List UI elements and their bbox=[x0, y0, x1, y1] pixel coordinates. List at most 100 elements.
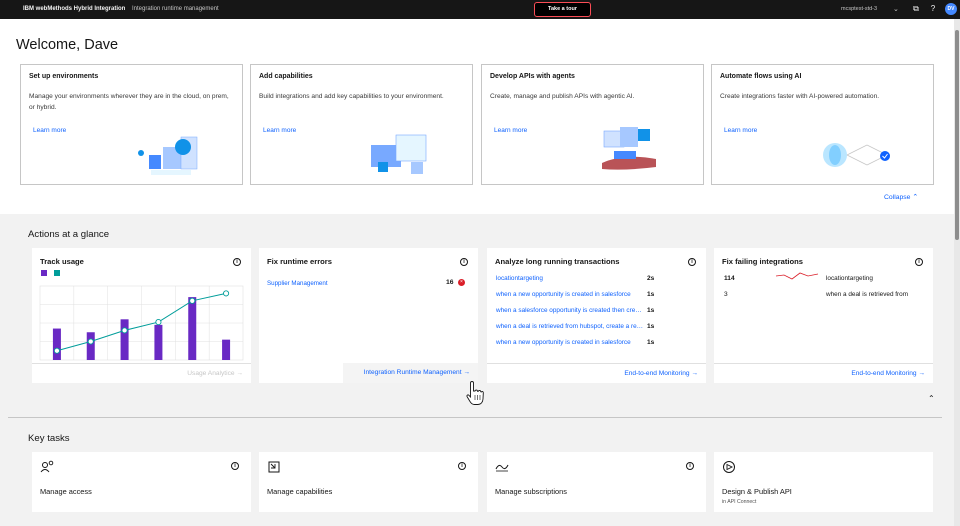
usage-bar bbox=[154, 324, 163, 360]
info-icon[interactable]: i bbox=[686, 462, 694, 470]
legend-swatch bbox=[54, 270, 60, 276]
hand-cursor-icon bbox=[466, 381, 484, 405]
transaction-duration: 1s bbox=[647, 323, 655, 330]
section-title-glance: Actions at a glance bbox=[28, 229, 110, 240]
failing-integration-name: when a deal is retrieved from bbox=[826, 291, 909, 298]
card-title: Analyze long running transactions bbox=[495, 257, 620, 266]
usage-chart bbox=[39, 270, 244, 361]
learn-more-link[interactable]: Learn more bbox=[494, 127, 527, 134]
usage-point bbox=[189, 297, 196, 304]
card-title: Add capabilities bbox=[259, 73, 313, 80]
task-card-manage-access[interactable]: i Manage access bbox=[32, 452, 251, 512]
card-title: Fix failing integrations bbox=[722, 257, 804, 266]
product-name[interactable]: IBM webMethods Hybrid Integration bbox=[23, 6, 125, 12]
transaction-link[interactable]: locationtargeting bbox=[496, 275, 644, 282]
info-icon[interactable]: i bbox=[460, 258, 468, 266]
usage-bar bbox=[86, 332, 95, 360]
learn-more-link[interactable]: Learn more bbox=[263, 127, 296, 134]
capability-card-automate[interactable]: Automate flows using AI Create integrati… bbox=[711, 64, 934, 185]
transaction-duration: 2s bbox=[647, 275, 655, 282]
card-description: Create, manage and publish APIs with age… bbox=[490, 93, 635, 100]
runtime-errors-card: Fix runtime errors i Supplier Management… bbox=[259, 248, 478, 383]
task-card-manage-subscriptions[interactable]: i Manage subscriptions bbox=[487, 452, 706, 512]
info-icon[interactable]: i bbox=[233, 258, 241, 266]
collapse-button[interactable]: Collapse ⌃ bbox=[884, 193, 918, 201]
end-to-end-monitoring-link[interactable]: End-to-end Monitoring → bbox=[851, 370, 925, 377]
api-publish-icon bbox=[723, 461, 735, 473]
usage-bar bbox=[222, 339, 231, 360]
task-label: Manage capabilities bbox=[267, 487, 333, 496]
failure-count: 114 bbox=[724, 275, 735, 282]
info-icon[interactable]: i bbox=[688, 258, 696, 266]
chevron-up-icon: ⌃ bbox=[912, 194, 919, 201]
usage-point bbox=[53, 347, 60, 354]
capability-card-apis[interactable]: Develop APIs with agents Create, manage … bbox=[481, 64, 704, 185]
avatar[interactable]: DV bbox=[945, 3, 957, 15]
card-description: Manage your environments wherever they a… bbox=[29, 93, 229, 111]
collapse-label: Collapse bbox=[884, 194, 911, 201]
task-card-manage-capabilities[interactable]: i Manage capabilities bbox=[259, 452, 478, 512]
take-a-tour-button[interactable]: Take a tour bbox=[534, 2, 591, 17]
transaction-link[interactable]: when a new opportunity is created in sal… bbox=[496, 291, 644, 298]
breadcrumb[interactable]: Integration runtime management bbox=[132, 6, 219, 12]
transaction-link[interactable]: when a salesforce opportunity is created… bbox=[496, 307, 644, 314]
card-description: Build integrations and add key capabilit… bbox=[259, 93, 444, 100]
task-card-design-publish-api[interactable]: Design & Publish API in API Connect bbox=[714, 452, 933, 512]
page-title: Welcome, Dave bbox=[16, 37, 119, 53]
usage-analytics-link[interactable]: Usage Analytice → bbox=[187, 370, 243, 377]
info-icon[interactable]: i bbox=[458, 462, 466, 470]
section-title-key-tasks: Key tasks bbox=[28, 433, 70, 444]
learn-more-link[interactable]: Learn more bbox=[33, 127, 66, 134]
section-divider bbox=[8, 417, 942, 418]
usage-bar bbox=[52, 328, 61, 360]
card-footer: End-to-end Monitoring → bbox=[714, 363, 933, 383]
card-footer: Usage Analytice → bbox=[32, 363, 251, 383]
usage-point bbox=[223, 290, 230, 297]
card-title: Set up environments bbox=[29, 73, 99, 80]
card-title: Track usage bbox=[40, 257, 84, 266]
collapse-glance-icon[interactable]: ⌃ bbox=[928, 394, 935, 403]
card-footer: Integration Runtime Management → bbox=[343, 363, 478, 383]
task-label: Manage access bbox=[40, 487, 92, 496]
capabilities-icon bbox=[268, 461, 280, 473]
end-to-end-monitoring-link[interactable]: End-to-end Monitoring → bbox=[624, 370, 698, 377]
card-title: Automate flows using AI bbox=[720, 73, 802, 80]
arrow-right-icon: → bbox=[463, 369, 470, 376]
task-label: Design & Publish API bbox=[722, 487, 792, 496]
link-label: Integration Runtime Management bbox=[363, 369, 462, 376]
failing-integrations-card: Fix failing integrations i 114 locationt… bbox=[714, 248, 933, 383]
transaction-link[interactable]: when a deal is retrieved from hubspot, c… bbox=[496, 323, 644, 330]
apis-illustration bbox=[602, 127, 656, 170]
arrow-right-icon: → bbox=[236, 370, 243, 377]
info-icon[interactable]: i bbox=[231, 462, 239, 470]
capability-card-environments[interactable]: Set up environments Manage your environm… bbox=[20, 64, 243, 185]
switcher-icon[interactable]: ⧉ bbox=[910, 3, 922, 15]
link-label: End-to-end Monitoring bbox=[851, 370, 917, 377]
runtime-name-link[interactable]: Supplier Management bbox=[267, 280, 328, 287]
link-label: Usage Analytice bbox=[187, 370, 235, 377]
info-icon[interactable]: i bbox=[915, 258, 923, 266]
link-label: End-to-end Monitoring bbox=[624, 370, 690, 377]
arrow-right-icon: → bbox=[918, 370, 925, 377]
capability-card-capabilities[interactable]: Add capabilities Build integrations and … bbox=[250, 64, 473, 185]
usage-bar bbox=[120, 319, 129, 360]
integration-runtime-management-link[interactable]: Integration Runtime Management → bbox=[364, 369, 470, 376]
chevron-down-icon[interactable]: ⌄ bbox=[893, 5, 899, 13]
help-icon[interactable]: ? bbox=[927, 3, 939, 15]
task-label: Manage subscriptions bbox=[495, 487, 567, 496]
card-title: Develop APIs with agents bbox=[490, 73, 575, 80]
transaction-link[interactable]: when a new opportunity is created in sal… bbox=[496, 339, 644, 346]
top-navigation-bar: IBM webMethods Hybrid Integration Integr… bbox=[0, 0, 960, 19]
card-title: Fix runtime errors bbox=[267, 257, 332, 266]
task-sublabel: in API Connect bbox=[722, 499, 757, 505]
learn-more-link[interactable]: Learn more bbox=[724, 127, 757, 134]
environments-illustration bbox=[138, 136, 198, 175]
arrow-right-icon: → bbox=[691, 370, 698, 377]
usage-point bbox=[87, 338, 94, 345]
scrollbar-thumb[interactable] bbox=[955, 30, 959, 240]
tenant-selector[interactable]: mcsptest-std-3 bbox=[841, 6, 877, 12]
card-footer: End-to-end Monitoring → bbox=[487, 363, 706, 383]
usage-point bbox=[155, 319, 162, 326]
usage-bar bbox=[188, 297, 197, 360]
capabilities-illustration bbox=[371, 134, 427, 174]
